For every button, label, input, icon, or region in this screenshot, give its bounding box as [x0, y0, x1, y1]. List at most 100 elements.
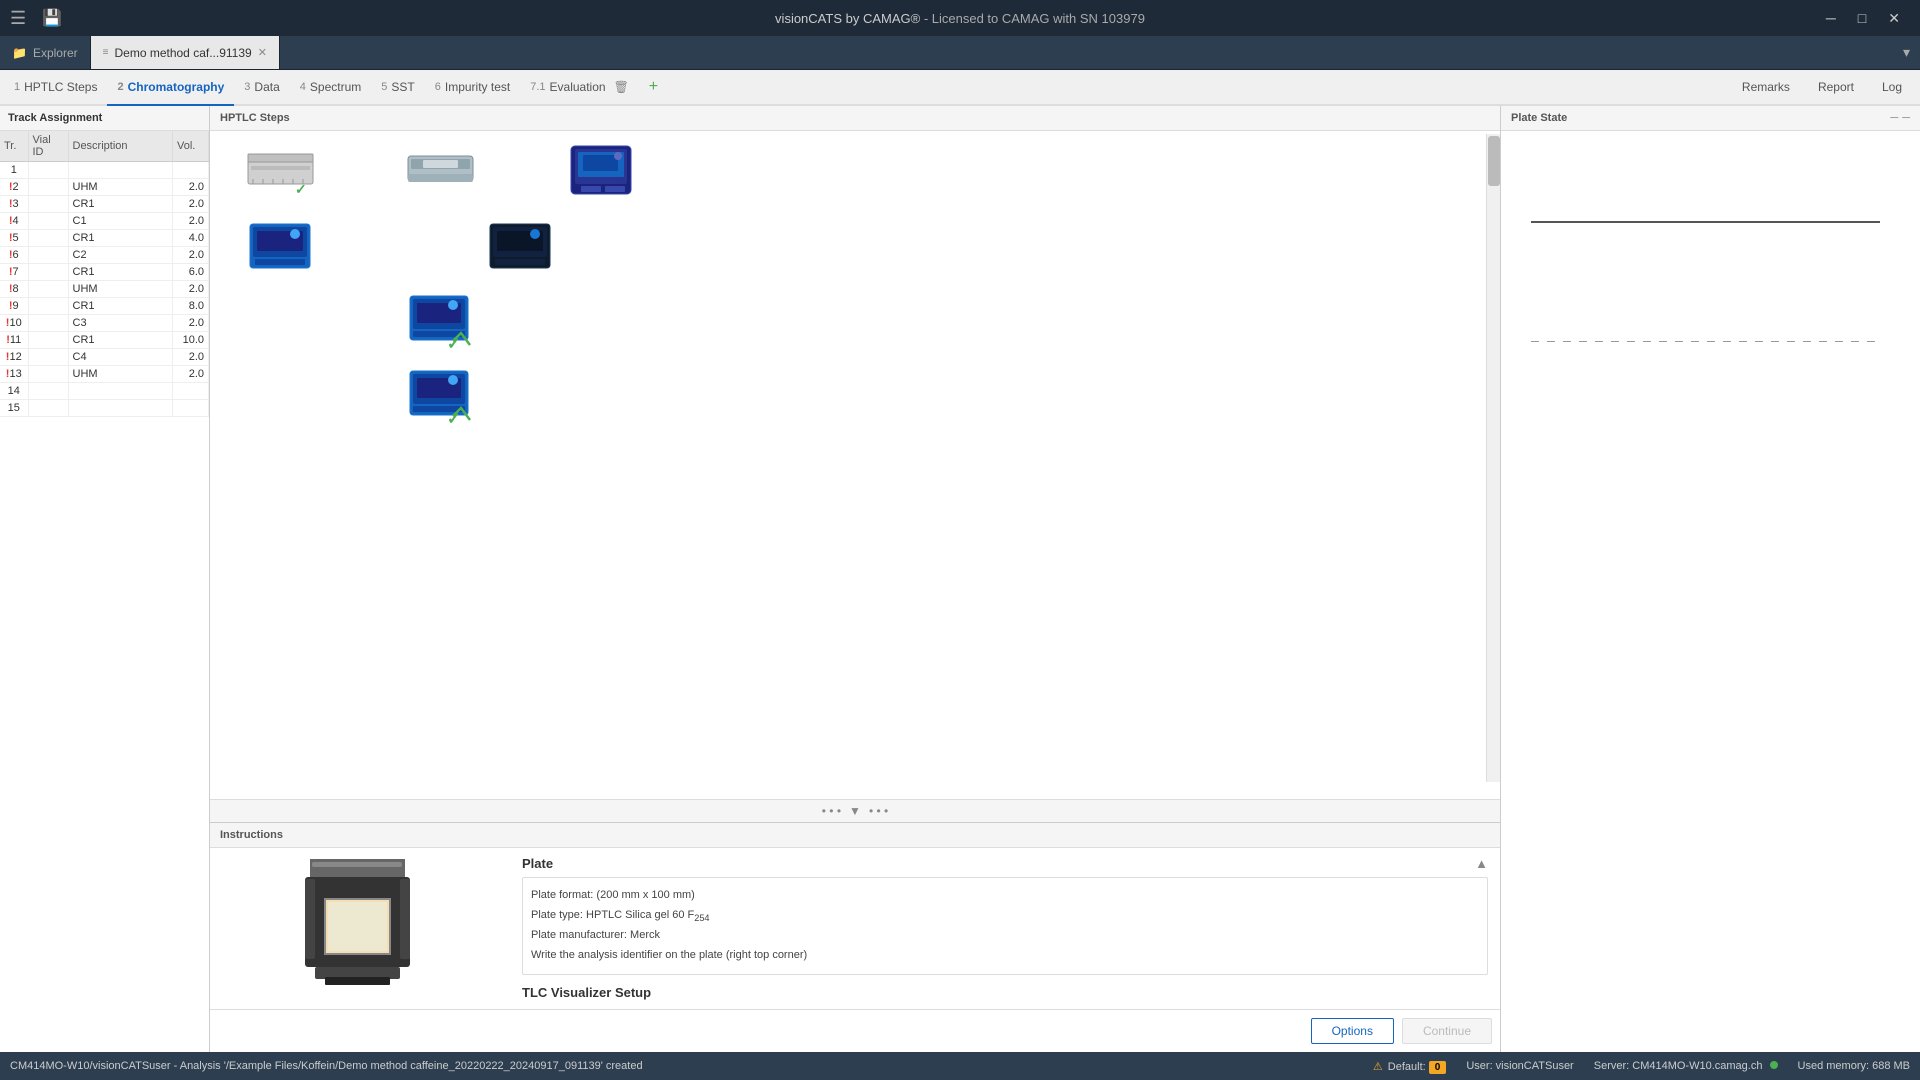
error-marker: ! [6, 351, 10, 363]
table-row[interactable]: !13 UHM 2.0 [0, 366, 209, 383]
table-row[interactable]: 14 [0, 383, 209, 400]
plate-section: Plate ▲ Plate format: (200 mm x 100 mm) … [522, 856, 1488, 975]
steps-scrollbar[interactable] [1486, 134, 1500, 782]
error-marker: ! [9, 266, 13, 278]
close-button[interactable]: ✕ [1878, 6, 1910, 31]
maximize-button[interactable]: □ [1848, 6, 1876, 31]
table-row[interactable]: !9 CR1 8.0 [0, 298, 209, 315]
nav-log[interactable]: Log [1868, 70, 1916, 106]
bluecheck2-device: ✓ [400, 366, 480, 426]
step-miniblue1[interactable] [240, 216, 320, 276]
table-row[interactable]: !10 C3 2.0 [0, 315, 209, 332]
plate-title: Plate ▲ [522, 856, 1488, 871]
tlc-setup-title: TLC Visualizer Setup [522, 985, 1488, 1000]
table-row[interactable]: !11 CR1 10.0 [0, 332, 209, 349]
default-count-badge: 0 [1429, 1061, 1447, 1074]
title-bar: ☰ 💾 visionCATS by CAMAG® - Licensed to C… [0, 0, 1920, 36]
plate-state-max[interactable]: ─ [1902, 112, 1910, 124]
tlc-setup-section: TLC Visualizer Setup Preparation of TLC … [522, 985, 1488, 1009]
tab-dropdown-button[interactable]: ▾ [1893, 36, 1920, 69]
col-vial: Vial ID [28, 131, 68, 162]
table-row[interactable]: !5 CR1 4.0 [0, 230, 209, 247]
plate-state-content [1501, 131, 1920, 1052]
nav-add[interactable]: + [639, 70, 668, 106]
nav-chromatography[interactable]: 2 Chromatography [107, 70, 234, 106]
instructions-device-area [210, 848, 510, 1009]
app-title: visionCATS by CAMAG® - Licensed to CAMAG… [775, 11, 1145, 26]
nav-hptlc-steps[interactable]: 1 HPTLC Steps [4, 70, 107, 106]
steps-nav-down[interactable]: ▼ [849, 804, 861, 818]
steps-nav-right[interactable]: • • • [869, 804, 888, 818]
tab-bar: 📁 Explorer ≡ Demo method caf...91139 ✕ ▾ [0, 36, 1920, 70]
table-row[interactable]: !3 CR1 2.0 [0, 196, 209, 213]
folder-icon: 📁 [12, 46, 27, 60]
applicator-device: ✓ [240, 141, 320, 201]
step-darkblue[interactable] [480, 216, 560, 276]
track-assignment-header: Track Assignment [0, 106, 209, 131]
nav-remarks[interactable]: Remarks [1728, 70, 1804, 106]
tab-close-icon[interactable]: ✕ [258, 46, 267, 59]
options-button[interactable]: Options [1311, 1018, 1394, 1044]
nav-bar: 1 HPTLC Steps 2 Chromatography 3 Data 4 … [0, 70, 1920, 106]
steps-nav-left[interactable]: • • • [822, 804, 841, 818]
continue-button[interactable]: Continue [1402, 1018, 1492, 1044]
col-vol: Vol. [173, 131, 209, 162]
nav-spectrum[interactable]: 4 Spectrum [290, 70, 371, 106]
step-applicator[interactable]: ✓ [240, 141, 320, 201]
nav-report[interactable]: Report [1804, 70, 1868, 106]
nav-data[interactable]: 3 Data [234, 70, 289, 106]
track-table: Tr. Vial ID Description Vol. 1 !2 UHM [0, 131, 209, 417]
server-status-dot [1770, 1061, 1778, 1069]
tab-demo-label: Demo method caf...91139 [114, 46, 251, 60]
status-message: CM414MO-W10/visionCATSuser - Analysis '/… [10, 1060, 1353, 1072]
instructions-header: Instructions [210, 823, 1500, 848]
instructions-panel: Instructions [210, 822, 1500, 1052]
steps-row-3: ✓ [220, 291, 1480, 351]
table-row[interactable]: !12 C4 2.0 [0, 349, 209, 366]
user-info: User: visionCATSuser [1466, 1060, 1573, 1072]
bluebox1-device [560, 141, 640, 201]
hptlc-steps-section: HPTLC Steps [210, 106, 1500, 822]
hamburger-icon[interactable]: ☰ [10, 8, 26, 29]
step-scanner[interactable] [400, 141, 480, 201]
steps-nav: • • • ▼ • • • [210, 799, 1500, 822]
plate-collapse-icon[interactable]: ▲ [1475, 856, 1488, 871]
tab-demo[interactable]: ≡ Demo method caf...91139 ✕ [91, 36, 280, 69]
plate-dash-line [1531, 341, 1880, 342]
table-row[interactable]: !8 UHM 2.0 [0, 281, 209, 298]
error-marker: ! [9, 198, 13, 210]
minimize-button[interactable]: ─ [1816, 6, 1846, 31]
miniblue1-device [240, 216, 320, 276]
steps-scrollbar-thumb[interactable] [1488, 136, 1500, 186]
nav-evaluation[interactable]: 7.1 Evaluation 🗑 [520, 70, 639, 106]
plate-type: Plate type: HPTLC Silica gel 60 F254 [531, 906, 1479, 927]
table-row[interactable]: !7 CR1 6.0 [0, 264, 209, 281]
server-info: Server: CM414MO-W10.camag.ch [1594, 1060, 1778, 1072]
table-row[interactable]: !4 C1 2.0 [0, 213, 209, 230]
error-marker: ! [6, 334, 10, 346]
plate-format: Plate format: (200 mm x 100 mm) [531, 886, 1479, 906]
error-marker: ! [9, 283, 13, 295]
left-panel: Track Assignment Tr. Vial ID Description… [0, 106, 210, 1052]
evaluation-delete-icon[interactable]: 🗑 [614, 80, 629, 94]
save-icon[interactable]: 💾 [42, 8, 62, 28]
plate-state-min[interactable]: ─ [1890, 112, 1898, 124]
steps-row-4: ✓ [220, 366, 1480, 426]
step-bluebox1[interactable] [560, 141, 640, 201]
step-bluecheck2[interactable]: ✓ [400, 366, 480, 426]
step-bluecheck1[interactable]: ✓ [400, 291, 480, 351]
nav-sst[interactable]: 5 SST [371, 70, 424, 106]
svg-text:✓: ✓ [447, 336, 460, 351]
nav-impurity-test[interactable]: 6 Impurity test [425, 70, 520, 106]
table-row[interactable]: !2 UHM 2.0 [0, 179, 209, 196]
tab-explorer-label: Explorer [33, 46, 78, 60]
table-row[interactable]: !6 C2 2.0 [0, 247, 209, 264]
status-bar: CM414MO-W10/visionCATSuser - Analysis '/… [0, 1052, 1920, 1080]
table-row[interactable]: 1 [0, 162, 209, 179]
svg-text:✓: ✓ [295, 181, 307, 197]
table-row[interactable]: 15 [0, 400, 209, 417]
tab-explorer[interactable]: 📁 Explorer [0, 36, 91, 69]
hptlc-steps-header: HPTLC Steps [210, 106, 1500, 131]
main-content: Track Assignment Tr. Vial ID Description… [0, 106, 1920, 1052]
plate-state-header: Plate State ─ ─ [1501, 106, 1920, 131]
